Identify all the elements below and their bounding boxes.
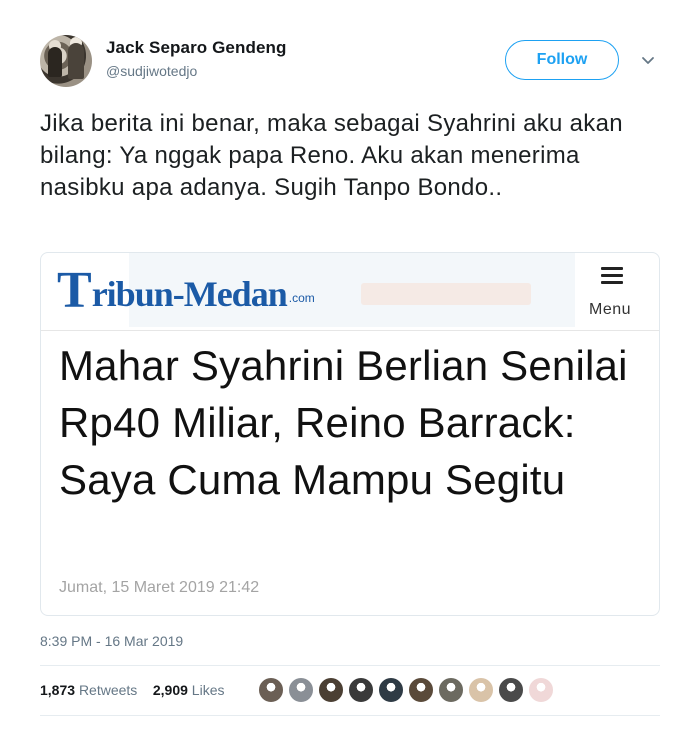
liker-avatar[interactable] bbox=[348, 677, 374, 703]
article-headline: Mahar Syahrini Berlian Senilai Rp40 Mili… bbox=[59, 342, 628, 503]
logo-domain: .com bbox=[288, 291, 315, 305]
liker-avatar[interactable] bbox=[438, 677, 464, 703]
retweets-label[interactable]: Retweets bbox=[79, 682, 137, 698]
tweet-stats: 1,873 Retweets 2,909 Likes bbox=[40, 682, 224, 698]
liker-avatar[interactable] bbox=[498, 677, 524, 703]
retweets-count[interactable]: 1,873 bbox=[40, 682, 75, 698]
likes-label[interactable]: Likes bbox=[192, 682, 225, 698]
avatar-figure-body bbox=[68, 43, 84, 79]
liker-avatar[interactable] bbox=[468, 677, 494, 703]
liker-avatars bbox=[258, 677, 558, 705]
logo-text: ribun-Medan bbox=[91, 274, 288, 314]
tweet: Jack Separo Gendeng @sudjiwotedjo Follow… bbox=[0, 0, 700, 731]
embedded-image[interactable]: T ribun-Medan .com Menu Mahar Syahrini B… bbox=[40, 252, 660, 616]
tweet-timestamp[interactable]: 8:39 PM - 16 Mar 2019 bbox=[40, 633, 183, 649]
follow-button[interactable]: Follow bbox=[505, 40, 619, 80]
user-handle[interactable]: @sudjiwotedjo bbox=[106, 63, 197, 79]
avatar-figure-body bbox=[48, 47, 62, 77]
liker-avatar[interactable] bbox=[258, 677, 284, 703]
menu-label: Menu bbox=[589, 301, 632, 318]
site-header: T ribun-Medan .com Menu bbox=[41, 253, 659, 331]
logo-initial: T bbox=[57, 262, 92, 319]
divider bbox=[40, 715, 660, 716]
ad-label bbox=[361, 283, 531, 305]
liker-avatar[interactable] bbox=[288, 677, 314, 703]
user-name[interactable]: Jack Separo Gendeng bbox=[106, 38, 286, 58]
article-date: Jumat, 15 Maret 2019 21:42 bbox=[59, 579, 260, 596]
avatar[interactable] bbox=[40, 35, 92, 87]
likes-count[interactable]: 2,909 bbox=[153, 682, 188, 698]
divider bbox=[40, 665, 660, 666]
liker-avatar[interactable] bbox=[408, 677, 434, 703]
liker-avatar[interactable] bbox=[318, 677, 344, 703]
tweet-text: Jika berita ini benar, maka sebagai Syah… bbox=[40, 110, 623, 201]
site-logo: T ribun-Medan .com bbox=[57, 259, 315, 319]
hamburger-icon bbox=[601, 267, 623, 285]
liker-avatar[interactable] bbox=[378, 677, 404, 703]
chevron-down-icon[interactable] bbox=[640, 52, 656, 68]
liker-avatar[interactable] bbox=[528, 677, 554, 703]
